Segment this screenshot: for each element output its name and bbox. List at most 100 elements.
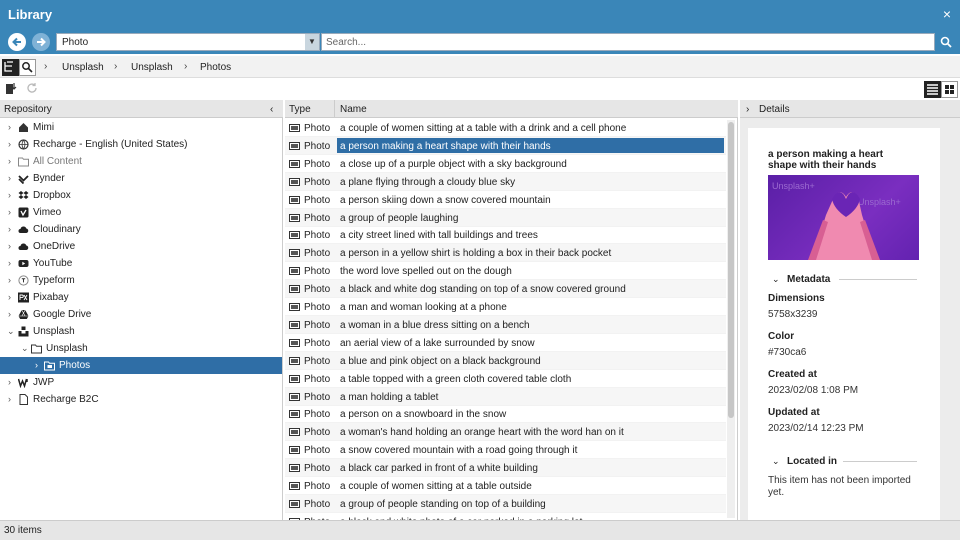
grid-view-button[interactable] <box>941 81 958 98</box>
close-icon[interactable]: × <box>943 6 951 22</box>
svg-text:Unsplash+: Unsplash+ <box>772 181 815 191</box>
chevron-right-icon[interactable]: › <box>35 360 38 370</box>
table-row[interactable]: Photo a person making a heart shape with … <box>285 136 726 155</box>
chevron-right-icon[interactable]: › <box>8 122 11 132</box>
row-name: a city street lined with tall buildings … <box>340 230 538 242</box>
tree-item-google-drive[interactable]: › Google Drive <box>0 306 282 323</box>
table-row[interactable]: Photo a person on a snowboard in the snow <box>285 405 726 424</box>
table-row[interactable]: Photo a person in a yellow shirt is holdi… <box>285 244 726 263</box>
collapse-icon[interactable]: ‹ <box>270 104 273 115</box>
updated-label: Updated at <box>768 407 820 418</box>
breadcrumb-item[interactable]: Photos <box>200 62 231 73</box>
row-name: a couple of women sitting at a table wit… <box>340 123 627 134</box>
table-row[interactable]: Photo an aerial view of a lake surrounded… <box>285 334 726 352</box>
breadcrumb-item[interactable]: Unsplash <box>131 62 173 73</box>
breadcrumb-item[interactable]: Unsplash <box>62 62 104 73</box>
find-button[interactable] <box>19 59 36 76</box>
table-row[interactable]: Photo a city street lined with tall build… <box>285 226 726 245</box>
chevron-right-icon[interactable]: › <box>8 377 11 387</box>
tree-item-recharge-b2c[interactable]: › Recharge B2C <box>0 391 282 408</box>
color-label: Color <box>768 331 795 342</box>
tree-item-photos[interactable]: › Photos <box>0 357 282 374</box>
table-row[interactable]: Photoa black and white photo of a car pa… <box>285 513 726 520</box>
chevron-right-icon[interactable]: › <box>8 190 11 200</box>
dropbox-icon <box>18 191 29 199</box>
photo-icon <box>289 267 300 276</box>
tree-view-toggle[interactable] <box>2 59 19 76</box>
table-row[interactable]: Photo a black and white dog standing on t… <box>285 280 726 299</box>
table-row[interactable]: Photo a plane flying through a cloudy blu… <box>285 172 726 191</box>
refresh-icon[interactable] <box>26 82 38 94</box>
row-name: a black car parked in front of a white b… <box>340 463 538 475</box>
photo-icon <box>289 338 300 347</box>
table-row[interactable]: Photo a table topped with a green cloth c… <box>285 370 726 388</box>
table-row[interactable]: Photo a close up of a purple object with … <box>285 155 726 173</box>
table-row[interactable]: Photo the word love spelled out on the do… <box>285 262 726 281</box>
chevron-right-icon[interactable]: › <box>8 173 11 183</box>
tree-item-unsplash-folder[interactable]: ⌄ Unsplash <box>0 340 282 357</box>
tree-item-pixabay[interactable]: › Pixabay <box>0 289 282 306</box>
located-value: This item has not been imported yet. <box>768 475 911 498</box>
table-row[interactable]: Photo a woman's hand holding an orange he… <box>285 423 726 442</box>
row-type: Photo <box>304 409 331 421</box>
list-view-button[interactable] <box>924 81 941 98</box>
forward-button[interactable] <box>32 33 50 51</box>
preview-image[interactable]: Unsplash+ Unsplash+ Unsplash+ <box>768 175 919 260</box>
chevron-right-icon[interactable]: › <box>8 394 11 404</box>
search-icon <box>22 62 33 73</box>
arrow-right-icon <box>37 37 46 47</box>
source-select-value: Photo <box>62 37 89 48</box>
details-pane: a person making a heart shape with their… <box>740 118 960 520</box>
tree-item-youtube[interactable]: › YouTube <box>0 255 282 272</box>
scrollbar-thumb[interactable] <box>728 122 734 418</box>
table-row[interactable]: Photo a man holding a tablet <box>285 387 726 406</box>
tree-item-all-content[interactable]: › All Content <box>0 153 282 170</box>
chevron-down-icon[interactable]: ⌄ <box>7 326 15 337</box>
tree-item-dropbox[interactable]: › Dropbox <box>0 187 282 204</box>
tree-item-onedrive[interactable]: › OneDrive <box>0 238 282 255</box>
chevron-right-icon[interactable]: › <box>8 258 11 268</box>
table-row[interactable]: Photo a man and woman looking at a phone <box>285 298 726 316</box>
chevron-right-icon[interactable]: › <box>8 224 11 234</box>
row-type: Photo <box>304 373 331 385</box>
chevron-right-icon[interactable]: › <box>8 275 11 285</box>
chevron-right-icon[interactable]: › <box>8 207 11 217</box>
table-row[interactable]: Photo a woman in a blue dress sitting on … <box>285 315 726 334</box>
table-row[interactable]: Photo a group of people standing on top o… <box>285 494 726 513</box>
tree-item-jwp[interactable]: › JWP <box>0 374 282 391</box>
tree-item-typeform[interactable]: › Typeform <box>0 272 282 289</box>
chevron-down-icon[interactable]: ⌄ <box>21 343 29 354</box>
typeform-icon <box>18 275 29 286</box>
table-row[interactable]: Photo a blue and pink object on a black b… <box>285 351 726 370</box>
back-button[interactable] <box>8 33 26 51</box>
table-row[interactable]: Photo a couple of women sitting at a tabl… <box>285 119 726 137</box>
table-row[interactable]: Photo a group of people laughing <box>285 208 726 227</box>
chevron-right-icon[interactable]: › <box>8 292 11 302</box>
source-select[interactable]: Photo ▼ <box>56 33 320 51</box>
repository-tree: › Mimi › Recharge - English (United Stat… <box>0 118 283 520</box>
photo-icon <box>289 464 300 473</box>
arrow-left-icon <box>12 37 21 47</box>
chevron-down-icon[interactable]: ▼ <box>305 34 319 50</box>
photo-icon <box>289 124 300 132</box>
expand-icon[interactable]: › <box>746 104 749 115</box>
table-row[interactable]: Photo a couple of women sitting at a tabl… <box>285 477 726 495</box>
chevron-right-icon[interactable]: › <box>8 241 11 251</box>
search-input[interactable] <box>321 33 935 51</box>
column-name-header[interactable]: Name <box>340 104 367 115</box>
table-row[interactable]: Photo a snow covered mountain with a road… <box>285 441 726 460</box>
import-icon[interactable] <box>5 82 17 95</box>
chevron-right-icon[interactable]: › <box>8 309 11 319</box>
column-type-header[interactable]: Type <box>289 104 311 115</box>
tree-item-bynder[interactable]: › Bynder <box>0 170 282 187</box>
table-row[interactable]: Photo a person skiing down a snow covered… <box>285 191 726 209</box>
search-button[interactable] <box>936 33 956 51</box>
tree-item-recharge-english[interactable]: › Recharge - English (United States) <box>0 136 282 153</box>
tree-item-cloudinary[interactable]: › Cloudinary <box>0 221 282 238</box>
chevron-right-icon[interactable]: › <box>8 156 11 166</box>
table-row[interactable]: Photo a black car parked in front of a wh… <box>285 459 726 478</box>
tree-item-mimi[interactable]: › Mimi <box>0 119 282 136</box>
tree-item-vimeo[interactable]: › Vimeo <box>0 204 282 221</box>
tree-item-unsplash[interactable]: ⌄ Unsplash <box>0 323 282 340</box>
chevron-right-icon[interactable]: › <box>8 139 11 149</box>
